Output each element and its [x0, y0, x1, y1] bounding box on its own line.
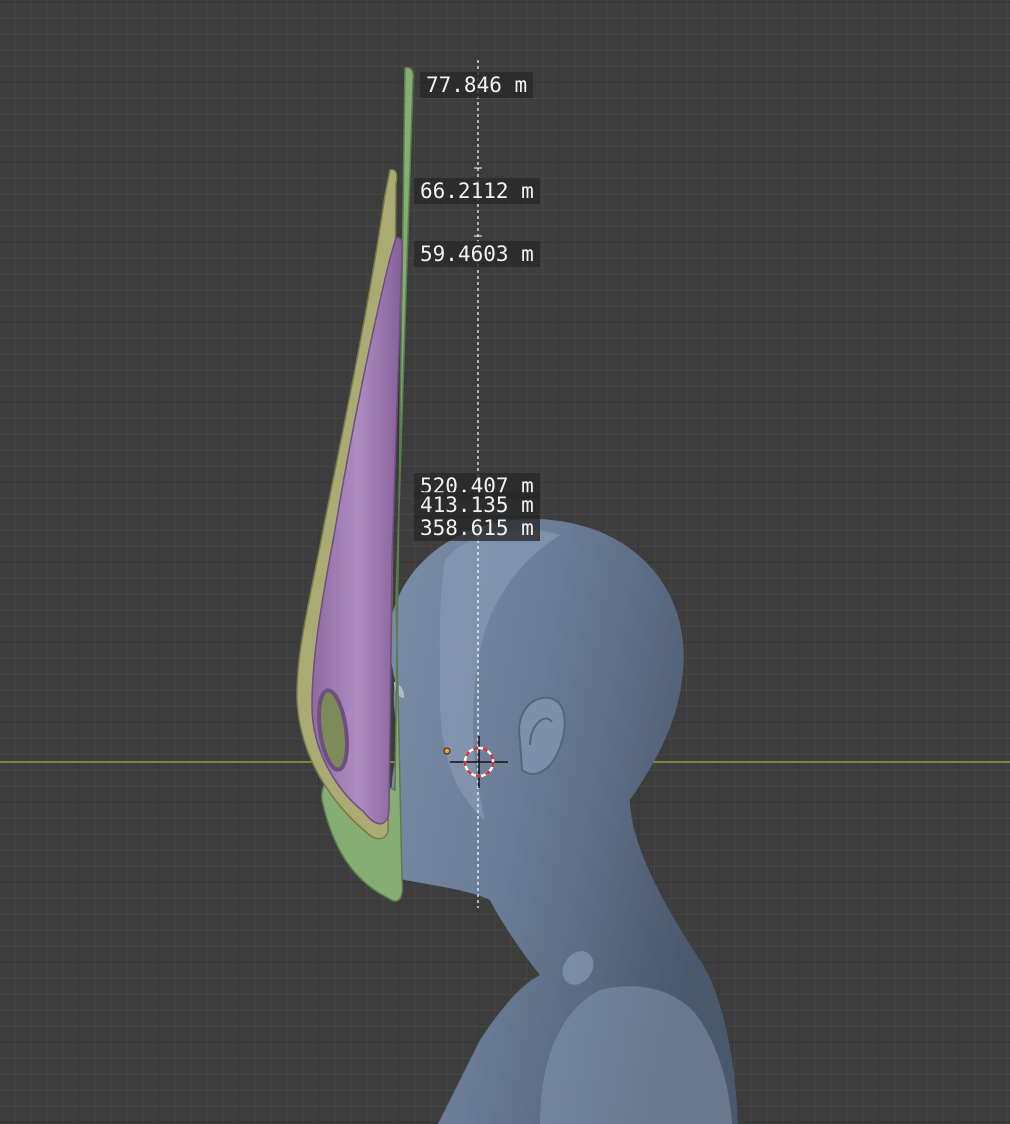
origin-dot-icon	[443, 747, 451, 755]
viewport-scene	[0, 60, 1010, 1124]
3d-viewport[interactable]: 77.846 m 66.2112 m 59.4603 m 520.407 m 4…	[0, 0, 1010, 1124]
measurement-label-6: 358.615 m	[414, 515, 540, 541]
measurement-label-green: 77.846 m	[420, 72, 534, 98]
head-model[interactable]	[369, 518, 738, 1124]
measurement-label-purple: 59.4603 m	[414, 241, 540, 267]
measurement-label-yellow: 66.2112 m	[414, 178, 540, 204]
